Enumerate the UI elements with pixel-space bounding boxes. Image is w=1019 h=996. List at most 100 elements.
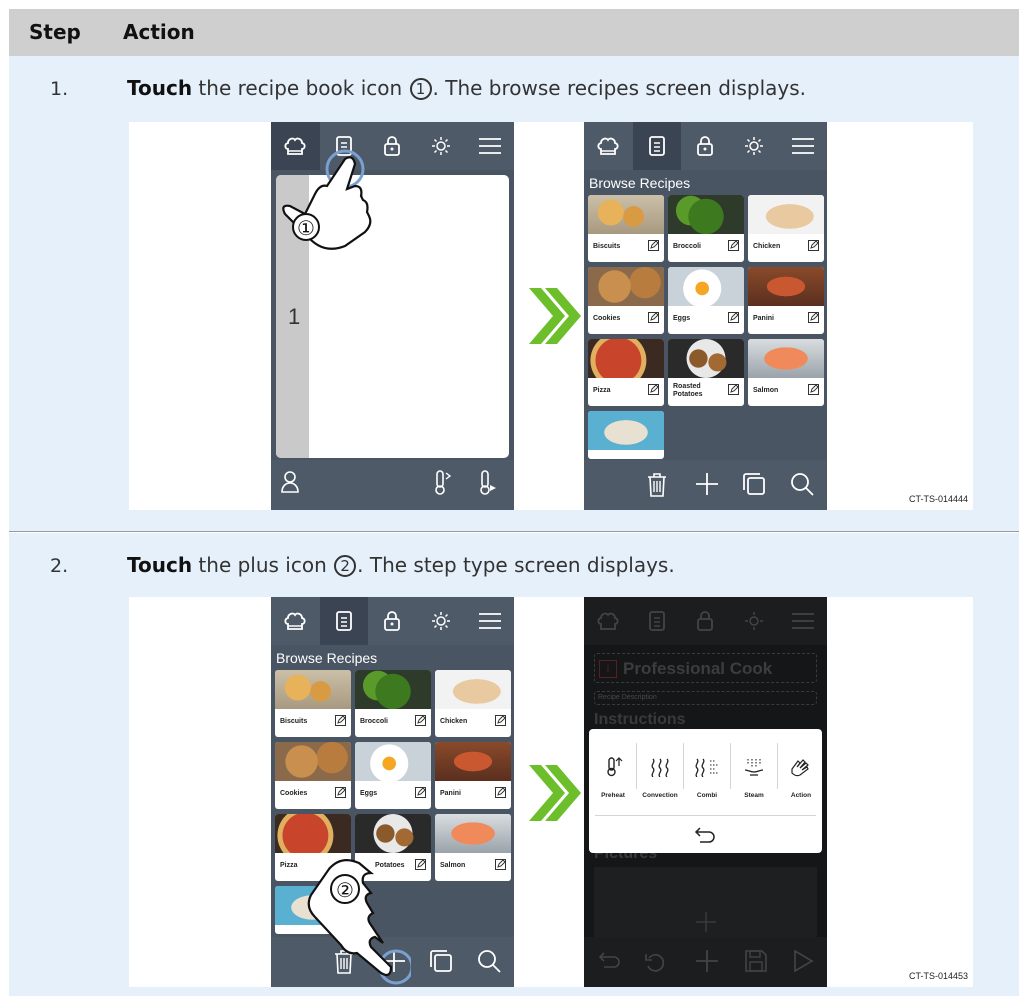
recipe-card-salmon[interactable]: Salmon — [748, 339, 824, 406]
device-screen-after: i Professional Cook Recipe Description I… — [584, 597, 827, 987]
recipe-card-panini[interactable]: Panini — [748, 267, 824, 334]
trash-icon[interactable] — [646, 472, 668, 498]
chef-hat-icon[interactable] — [584, 122, 633, 170]
recipe-description-field[interactable]: Recipe Description — [594, 691, 817, 705]
step-number: 2. — [50, 555, 69, 577]
brightness-icon[interactable] — [730, 122, 779, 170]
step-type-convection[interactable]: Convection — [637, 729, 683, 805]
recipe-image — [748, 339, 824, 378]
menu-icon[interactable] — [465, 122, 514, 170]
edit-icon[interactable] — [495, 787, 506, 798]
recipe-book-icon[interactable] — [633, 597, 682, 645]
edit-icon[interactable] — [648, 240, 659, 251]
step-type-combi[interactable]: Combi — [684, 729, 730, 805]
edit-icon[interactable] — [495, 715, 506, 726]
recipe-card-biscuits[interactable]: Biscuits — [275, 670, 351, 737]
edit-icon[interactable] — [335, 787, 346, 798]
recipe-card-chicken[interactable]: Chicken — [748, 195, 824, 262]
menu-icon[interactable] — [778, 122, 827, 170]
instructions-heading: Instructions — [594, 711, 686, 728]
callout-marker: ① — [297, 216, 315, 240]
save-icon[interactable] — [744, 949, 768, 973]
table-row: 1. Touch the recipe book icon 1. The bro… — [9, 56, 1019, 532]
brightness-icon[interactable] — [730, 597, 779, 645]
edit-icon[interactable] — [495, 859, 506, 870]
recipe-image — [435, 814, 511, 853]
edit-icon[interactable] — [728, 240, 739, 251]
edit-icon[interactable] — [415, 715, 426, 726]
double-chevron-icon — [529, 765, 581, 821]
edit-icon[interactable] — [648, 384, 659, 395]
edit-icon[interactable] — [415, 859, 426, 870]
lock-icon[interactable] — [368, 122, 417, 170]
info-icon: i — [599, 660, 617, 678]
edit-icon[interactable] — [728, 312, 739, 323]
brightness-icon[interactable] — [417, 122, 466, 170]
copy-icon[interactable] — [742, 472, 766, 496]
step-number: 1. — [50, 78, 69, 100]
recipe-card-cookies[interactable]: Cookies — [588, 267, 664, 334]
steam-icon — [744, 759, 764, 776]
recipe-card-partial[interactable] — [588, 411, 664, 459]
recipe-card-salmon[interactable]: Salmon — [435, 814, 511, 881]
pictures-area — [594, 867, 817, 937]
edit-icon[interactable] — [808, 312, 819, 323]
recipe-image — [588, 195, 664, 234]
chef-hat-icon[interactable] — [271, 597, 320, 645]
recipe-book-icon[interactable] — [319, 597, 369, 645]
recipe-card-chicken[interactable]: Chicken — [435, 670, 511, 737]
recipe-card-cookies[interactable]: Cookies — [275, 742, 351, 809]
recipe-card-broccoli[interactable]: Broccoli — [668, 195, 744, 262]
edit-icon[interactable] — [728, 384, 739, 395]
add-picture-icon[interactable] — [696, 912, 716, 932]
probe-icon[interactable] — [431, 469, 453, 497]
recipe-image — [668, 195, 744, 234]
step-type-steam[interactable]: Steam — [731, 729, 777, 805]
bottom-bar — [584, 937, 827, 987]
recipe-card-biscuits[interactable]: Biscuits — [588, 195, 664, 262]
user-icon[interactable] — [279, 469, 301, 495]
slot-number: 1 — [288, 304, 301, 329]
copy-icon[interactable] — [429, 949, 453, 973]
step-type-preheat[interactable]: Preheat — [590, 729, 636, 805]
step-type-action[interactable]: Action — [778, 729, 824, 805]
action-hand-icon — [791, 759, 809, 777]
search-icon[interactable] — [790, 472, 814, 496]
plus-icon[interactable] — [695, 472, 719, 496]
lock-icon[interactable] — [681, 122, 730, 170]
lock-icon[interactable] — [368, 597, 417, 645]
brightness-icon[interactable] — [417, 597, 466, 645]
step-figure: 1 lable ① — [129, 122, 973, 510]
recipe-book-icon[interactable] — [632, 122, 682, 170]
recipe-card-pizza[interactable]: Pizza — [588, 339, 664, 406]
edit-icon[interactable] — [648, 312, 659, 323]
recipe-card-broccoli[interactable]: Broccoli — [355, 670, 431, 737]
edit-icon[interactable] — [808, 240, 819, 251]
play-icon[interactable] — [792, 949, 814, 973]
menu-icon[interactable] — [778, 597, 827, 645]
search-icon[interactable] — [477, 949, 501, 973]
recipe-card-eggs[interactable]: Eggs — [355, 742, 431, 809]
edit-icon[interactable] — [335, 715, 346, 726]
plus-icon[interactable] — [695, 949, 719, 973]
undo-icon[interactable] — [644, 950, 668, 974]
edit-icon[interactable] — [415, 787, 426, 798]
probe-out-icon[interactable] — [476, 469, 498, 497]
browse-recipes-title: Browse Recipes — [589, 175, 691, 191]
chef-hat-icon[interactable] — [584, 597, 633, 645]
back-icon[interactable] — [598, 950, 622, 972]
top-nav-bar — [271, 597, 514, 645]
combi-icon — [695, 758, 718, 777]
lock-icon[interactable] — [681, 597, 730, 645]
recipe-name-field[interactable]: i Professional Cook — [594, 653, 817, 683]
recipe-card-eggs[interactable]: Eggs — [668, 267, 744, 334]
top-nav-bar — [584, 597, 827, 645]
edit-icon[interactable] — [808, 384, 819, 395]
recipe-image — [588, 411, 664, 450]
menu-icon[interactable] — [465, 597, 514, 645]
recipe-card-roasted-potatoes[interactable]: Roasted Potatoes — [668, 339, 744, 406]
recipe-card-panini[interactable]: Panini — [435, 742, 511, 809]
action-verb: Touch — [127, 76, 193, 100]
step-column-header: Step — [29, 20, 81, 44]
back-icon[interactable] — [694, 825, 716, 843]
